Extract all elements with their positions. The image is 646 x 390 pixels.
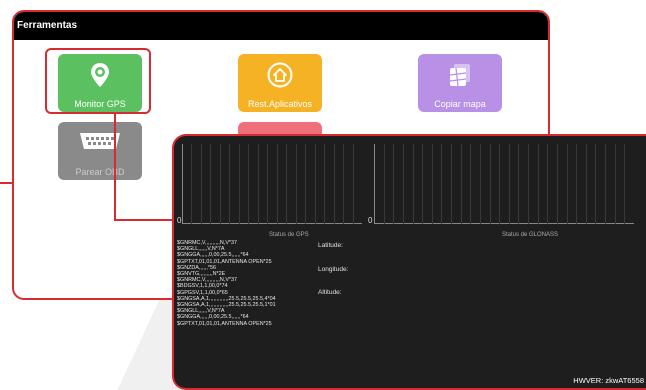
nmea-log: $GNRMC,V,,,,,,,,,,N,V*37 $GNGLL,,,,,,V,N*… [177, 240, 317, 327]
gps-status-panel: 0 Status de GPS 0 Status de GLONASS $GNR… [172, 134, 646, 390]
rest-aplicativos-label: Rest.Aplicativos [247, 99, 313, 109]
chart-grid-line [624, 144, 625, 224]
chart-grid-line [538, 144, 539, 224]
chart-grid-line [422, 144, 423, 224]
glonass-status-label: Status de GLONASS [502, 232, 559, 238]
nmea-line: $GPTXT,01,01,01,ANTENNA OPEN*25 [177, 320, 272, 327]
gps-chart-axis [182, 144, 183, 224]
latitude-label: Latitude: [318, 242, 343, 249]
chart-grid-line [557, 144, 558, 224]
chart-grid-line [277, 144, 278, 224]
glonass-satellite-chart [374, 144, 634, 224]
chart-grid-line [403, 144, 404, 224]
obd-connector-icon [77, 130, 123, 157]
glonass-chart-axis [374, 144, 375, 224]
chart-grid-line [490, 144, 491, 224]
parear-obd-tile[interactable]: Parear OBD [58, 122, 142, 180]
chart-grid-line [393, 144, 394, 224]
chart-grid-line [296, 144, 297, 224]
copiar-mapa-tile[interactable]: Copiar mapa [418, 54, 502, 112]
chart-grid-line [586, 144, 587, 224]
glonass-zero-label: 0 [368, 216, 373, 225]
chart-grid-line [451, 144, 452, 224]
chart-grid-line [229, 144, 230, 224]
chart-grid-line [201, 144, 202, 224]
chart-grid-line [528, 144, 529, 224]
gps-status-label: Status de GPS [269, 232, 309, 238]
callout-connector-horizontal [114, 219, 174, 221]
gps-zero-label: 0 [177, 216, 182, 225]
chart-grid-line [461, 144, 462, 224]
gps-satellite-chart [182, 144, 362, 224]
chart-grid-line [305, 144, 306, 224]
altitude-label: Altitude: [318, 289, 342, 296]
monitor-gps-highlight [45, 48, 151, 114]
chart-grid-line [576, 144, 577, 224]
tools-title: Ferramentas [14, 12, 548, 40]
chart-grid-line [315, 144, 316, 224]
chart-grid-line [605, 144, 606, 224]
gps-chart-baseline [182, 223, 362, 224]
chart-grid-line [286, 144, 287, 224]
chart-grid-line [509, 144, 510, 224]
home-restore-icon [267, 62, 293, 93]
chart-grid-line [267, 144, 268, 224]
copiar-mapa-label: Copiar mapa [434, 99, 486, 109]
chart-grid-line [210, 144, 211, 224]
chart-grid-line [220, 144, 221, 224]
chart-grid-line [567, 144, 568, 224]
chart-grid-line [518, 144, 519, 224]
chart-grid-line [334, 144, 335, 224]
chart-grid-line [595, 144, 596, 224]
chart-grid-line [324, 144, 325, 224]
chart-grid-line [343, 144, 344, 224]
chart-grid-line [384, 144, 385, 224]
chart-grid-line [441, 144, 442, 224]
callout-connector-left [0, 182, 14, 184]
chart-grid-line [191, 144, 192, 224]
chart-grid-line [258, 144, 259, 224]
chart-grid-line [480, 144, 481, 224]
chart-grid-line [470, 144, 471, 224]
rest-aplicativos-tile[interactable]: Rest.Aplicativos [238, 54, 322, 112]
chart-grid-line [432, 144, 433, 224]
chart-grid-line [615, 144, 616, 224]
map-copy-icon [447, 62, 473, 93]
hwver-label: HWVER: zkwAT6558 [573, 376, 644, 385]
chart-grid-line [239, 144, 240, 224]
longitude-label: Longitude: [318, 266, 349, 273]
chart-grid-line [499, 144, 500, 224]
chart-grid-line [547, 144, 548, 224]
chart-grid-line [413, 144, 414, 224]
chart-grid-line [248, 144, 249, 224]
chart-grid-line [353, 144, 354, 224]
parear-obd-label: Parear OBD [75, 167, 125, 177]
callout-connector-vertical [114, 114, 116, 220]
